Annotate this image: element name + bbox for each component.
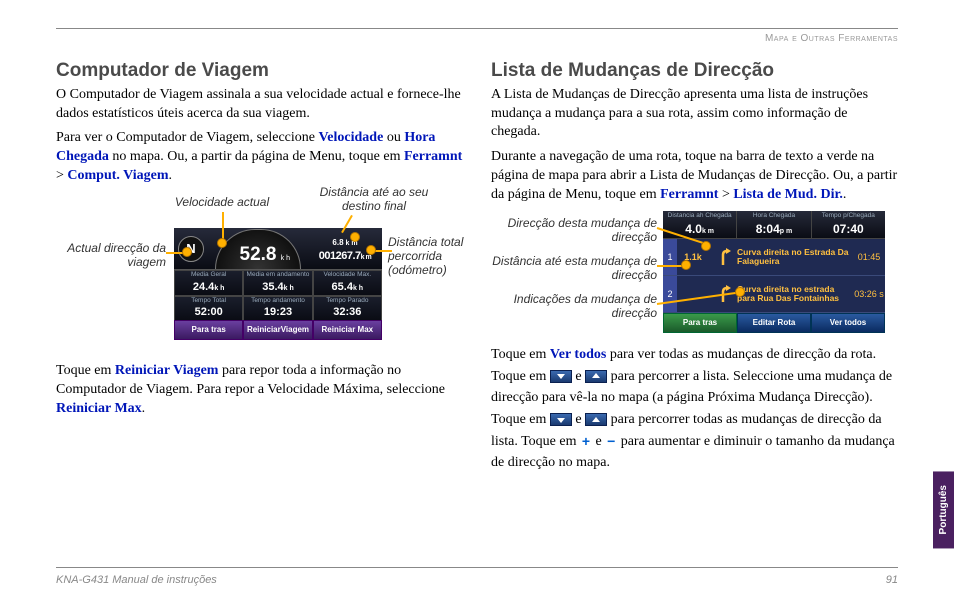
callout-odo: Distância total percorrida (odómetro) [388, 236, 478, 277]
stat-vel-max: Velocidade Max.65.4k h [313, 270, 382, 296]
scroll-up-icon-2[interactable] [585, 413, 607, 426]
btn-editar-rota[interactable]: Editar Rota [737, 313, 811, 333]
turn-arrow-icon [709, 247, 737, 267]
stat-tempo-andamento: Tempo andamento19:23 [243, 296, 312, 322]
left-title: Computador de Viagem [56, 58, 463, 84]
hdr-hora-chegada: Hora Chegada8:04p m [737, 211, 811, 238]
trip-computer-screenshot: N 52.8k h 6.8 k m 001267.7k m Media Gera… [174, 228, 382, 340]
callout-turn-dist: Distância até esta mudança de direcção [491, 255, 657, 283]
stat-tempo-total: Tempo Total52:00 [174, 296, 243, 322]
manual-title: KNA-G431 Manual de instruções [56, 574, 217, 586]
language-tab: Português [933, 471, 954, 548]
right-p2: Durante a navegação de uma rota, toque n… [491, 148, 898, 205]
zoom-out-icon[interactable]: − [605, 436, 617, 448]
scroll-up-icon[interactable] [585, 370, 607, 383]
callout-dest: Distância até ao seu destino final [304, 186, 444, 214]
callout-speed: Velocidade actual [162, 196, 282, 210]
scroll-down-icon[interactable] [550, 370, 572, 383]
btn-ver-todos[interactable]: Ver todos [811, 313, 885, 333]
scroll-down-icon-2[interactable] [550, 413, 572, 426]
turn-list-diagram: Direcção desta mudança de direcção Distâ… [491, 211, 898, 336]
page-number: 91 [886, 574, 898, 586]
callout-dir: Actual direcção da viagem [56, 242, 166, 270]
section-header: Mapa e Outras Ferramentas [56, 33, 898, 44]
link-lista-mud-dir: Lista de Mud. Dir. [733, 187, 843, 202]
btn-para-tras-2[interactable]: Para tras [663, 313, 737, 333]
link-ferramnt-1: Ferramnt [404, 149, 462, 164]
callout-turn-instr: Indicações da mudança de direcção [491, 293, 657, 321]
turn-row-1[interactable]: 1 1.1k Curva direita no Estrada Da Falag… [663, 239, 885, 276]
link-comput-viagem: Comput. Viagem [67, 168, 168, 183]
btn-para-tras-1[interactable]: Para tras [174, 320, 243, 340]
trip-computer-diagram: Velocidade actual Distância até ao seu d… [56, 192, 463, 352]
left-p1: O Computador de Viagem assinala a sua ve… [56, 86, 463, 124]
left-p2: Para ver o Computador de Viagem, selecci… [56, 129, 463, 186]
right-p3: Toque em Ver todos para ver todas as mud… [491, 344, 898, 474]
left-p3: Toque em Reiniciar Viagem para repor tod… [56, 362, 463, 419]
callout-turn-dir: Direcção desta mudança de direcção [491, 217, 657, 245]
right-p1: A Lista de Mudanças de Direcção apresent… [491, 86, 898, 143]
btn-reiniciar-max[interactable]: Reiniciar Max [313, 320, 382, 340]
link-ver-todos: Ver todos [550, 347, 606, 362]
footer: KNA-G431 Manual de instruções 91 [56, 567, 898, 586]
turn-row-2[interactable]: 2 Curva direita no estrada para Rua Das … [663, 276, 885, 313]
link-reiniciar-max: Reiniciar Max [56, 401, 142, 416]
link-reiniciar-viagem: Reiniciar Viagem [115, 363, 219, 378]
hdr-tempo-chegada: Tempo p/Chegada07:40 [812, 211, 885, 238]
right-title: Lista de Mudanças de Direcção [491, 58, 898, 84]
link-ferramnt-2: Ferramnt [660, 187, 718, 202]
turn-list-screenshot: Distancia ah Chegada4.0k m Hora Chegada8… [663, 211, 885, 333]
stat-tempo-parado: Tempo Parado32:36 [313, 296, 382, 322]
btn-reiniciar-viagem[interactable]: ReiniciarViagem [243, 320, 312, 340]
stat-media-geral: Media Geral24.4k h [174, 270, 243, 296]
link-velocidade: Velocidade [318, 130, 383, 145]
zoom-in-icon[interactable]: + [580, 436, 592, 448]
stat-media-andamento: Media em andamento35.4k h [243, 270, 312, 296]
